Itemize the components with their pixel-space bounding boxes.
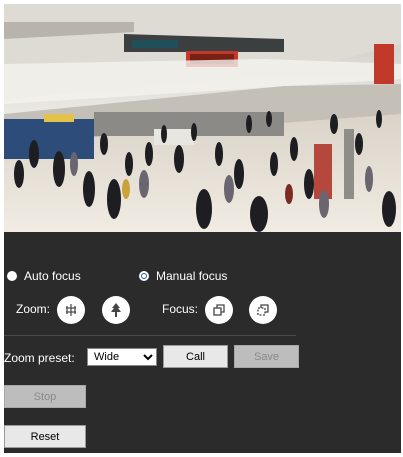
focus-far-button[interactable]	[249, 296, 277, 324]
zoom-wide-icon	[63, 302, 79, 318]
zoom-tele-icon	[108, 302, 124, 318]
focus-near-icon	[211, 302, 227, 318]
manual-focus-radio[interactable]: Manual focus	[139, 269, 227, 283]
zoom-wide-button[interactable]	[57, 296, 85, 324]
manual-focus-label: Manual focus	[156, 269, 228, 283]
section-divider	[4, 335, 296, 336]
auto-focus-radio[interactable]: Auto focus	[7, 269, 81, 283]
zoom-tele-button[interactable]	[102, 296, 130, 324]
save-button[interactable]: Save	[234, 345, 299, 368]
camera-live-view	[4, 4, 401, 232]
focus-mode-group: Auto focus Manual focus	[4, 269, 401, 289]
focus-far-icon	[255, 302, 271, 318]
camera-control-panel: Auto focus Manual focus Zoom: Focus: Zoo…	[4, 4, 401, 453]
auto-focus-radio-indicator[interactable]	[7, 271, 17, 281]
auto-focus-label: Auto focus	[24, 269, 81, 283]
zoom-preset-label: Zoom preset:	[4, 351, 75, 365]
stop-button[interactable]: Stop	[4, 385, 86, 408]
manual-focus-radio-indicator[interactable]	[139, 271, 149, 281]
camera-scene-image	[4, 4, 401, 232]
focus-label: Focus:	[162, 302, 199, 316]
focus-near-button[interactable]	[205, 296, 233, 324]
zoom-label: Zoom:	[16, 302, 51, 316]
call-button[interactable]: Call	[163, 345, 228, 368]
zoom-preset-select[interactable]: Wide	[87, 348, 157, 366]
reset-button[interactable]: Reset	[4, 425, 86, 448]
